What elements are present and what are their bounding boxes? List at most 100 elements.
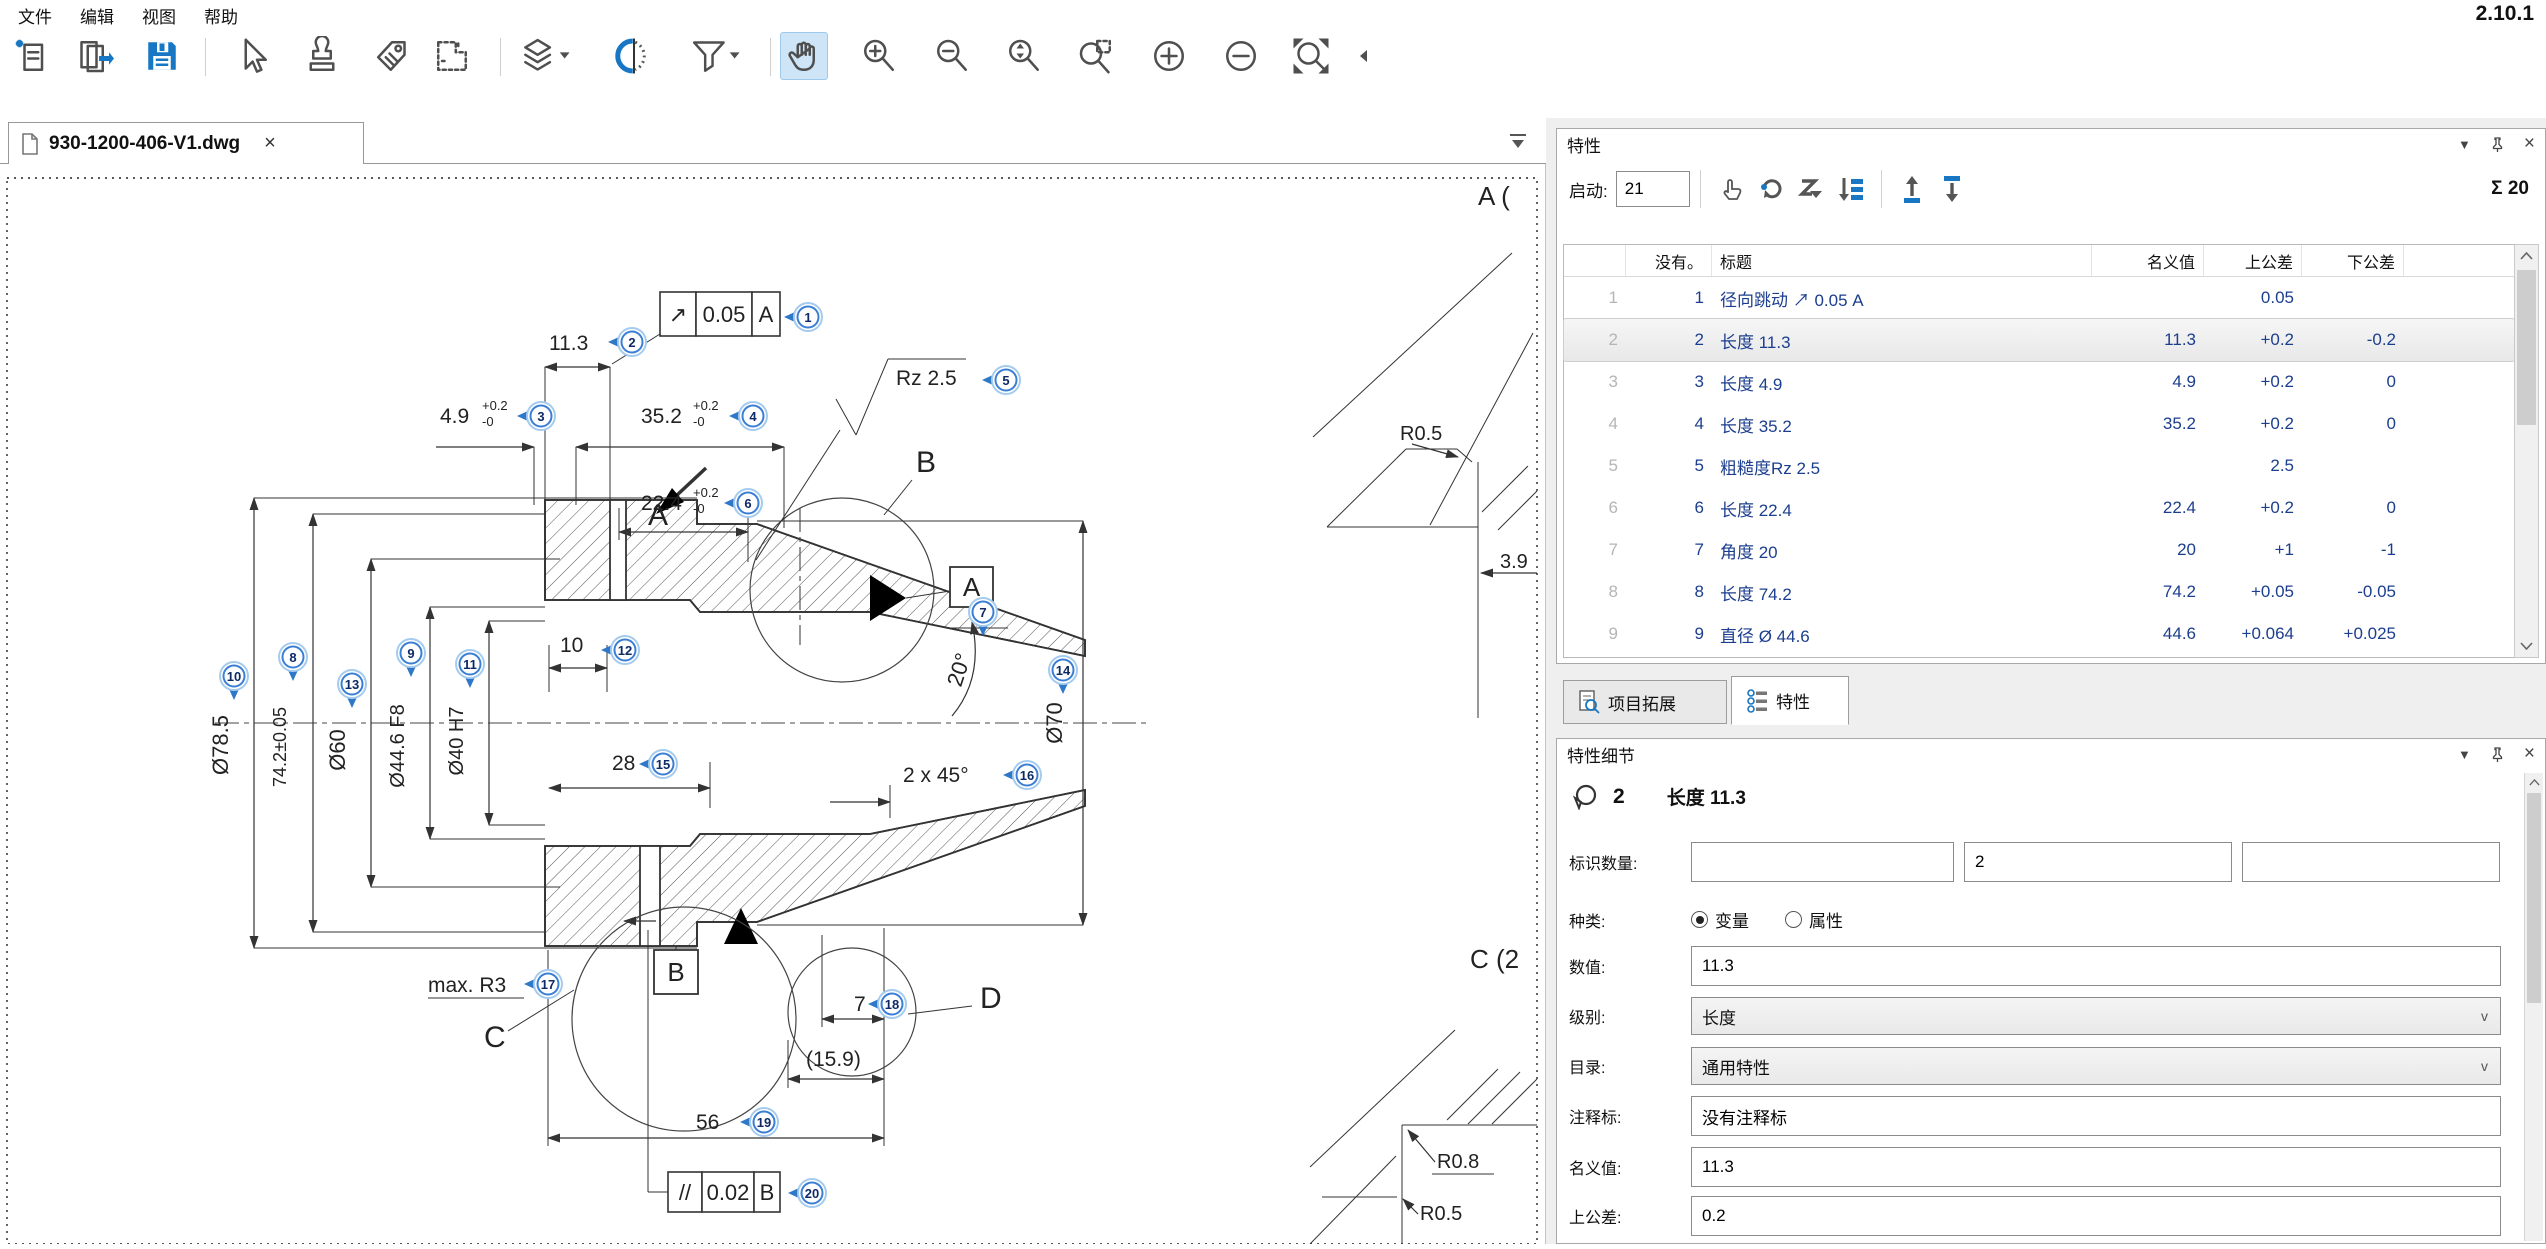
balloon-6[interactable]: 6	[724, 489, 762, 517]
dimension-text[interactable]: B	[916, 446, 936, 479]
details-scrollbar-thumb[interactable]	[2527, 793, 2541, 1003]
balloon-20[interactable]: 20	[788, 1179, 826, 1207]
tab-project-expand[interactable]: 项目拓展	[1563, 680, 1727, 724]
new-document-button[interactable]	[8, 32, 56, 80]
dimension-text[interactable]: Ø60	[325, 729, 350, 771]
table-row[interactable]: 66长度 22.422.4+0.20	[1564, 487, 2514, 529]
dimension-text[interactable]: Ø70	[1042, 702, 1067, 744]
table-row[interactable]: 88长度 74.274.2+0.05-0.05	[1564, 571, 2514, 613]
scroll-up-icon[interactable]	[2525, 773, 2543, 791]
panel-menu-caret-icon[interactable]: ▼	[2458, 747, 2471, 762]
dimension-text[interactable]: 10	[560, 634, 583, 657]
panel-close-icon[interactable]: ×	[2524, 743, 2535, 765]
tag-button[interactable]	[368, 32, 416, 80]
pin-icon[interactable]	[2491, 747, 2504, 762]
zoom-dynamic-button[interactable]	[1000, 32, 1048, 80]
datum-label-B[interactable]: B	[654, 950, 698, 994]
dimension-text[interactable]: Ø40 H7	[446, 707, 468, 776]
collapse-toolbar-button[interactable]	[1352, 32, 1376, 80]
scroll-down-icon[interactable]	[2515, 635, 2538, 657]
details-scrollbar[interactable]	[2524, 773, 2543, 1241]
col-no[interactable]: 没有。	[1626, 245, 1712, 276]
table-row[interactable]: 55粗糙度Rz 2.52.5	[1564, 445, 2514, 487]
dimension-text[interactable]: A	[648, 499, 668, 532]
balloon-18[interactable]: 18	[868, 990, 906, 1018]
table-row[interactable]: 77角度 2020+1-1	[1564, 529, 2514, 571]
technical-drawing[interactable]: 11.34.9+0.2-035.2+0.2-022.4+0.2-0Rz 2.51…	[0, 164, 1546, 1244]
radio-attribute[interactable]	[1785, 911, 1802, 928]
feature-control-frame[interactable]: ↗0.05A	[660, 292, 780, 336]
table-scrollbar-thumb[interactable]	[2517, 270, 2536, 425]
dimension-text[interactable]: C	[484, 1021, 506, 1054]
balloon-5[interactable]: 5	[982, 366, 1020, 394]
dimension-text[interactable]: 3.9	[1500, 551, 1528, 573]
menu-help[interactable]: 帮助	[190, 0, 252, 31]
dimension-text[interactable]: Ø44.6 F8	[387, 704, 409, 787]
col-title[interactable]: 标题	[1712, 245, 2092, 276]
pick-hand-button[interactable]	[1711, 170, 1751, 208]
menu-view[interactable]: 视图	[128, 0, 190, 31]
balloon-4[interactable]: 4	[729, 402, 767, 430]
radio-attribute-label[interactable]: 属性	[1809, 907, 1843, 932]
scroll-up-icon[interactable]	[2515, 245, 2538, 267]
dimension-text[interactable]: 11.3	[549, 332, 588, 355]
decrease-button[interactable]	[1217, 32, 1265, 80]
pan-hand-button[interactable]	[780, 32, 828, 80]
layers-button[interactable]	[515, 32, 575, 80]
col-nominal[interactable]: 名义值	[2092, 245, 2204, 276]
id-count-input-2[interactable]	[1964, 842, 2232, 882]
select-arrow-button[interactable]	[228, 32, 276, 80]
rotate-order-button[interactable]	[1751, 170, 1791, 208]
open-document-button[interactable]	[70, 32, 118, 80]
radio-variable-label[interactable]: 变量	[1715, 907, 1749, 932]
dimension-text[interactable]: C (2	[1470, 944, 1519, 974]
dimension-text[interactable]: 28	[612, 752, 635, 775]
table-row[interactable]: 99直径 Ø 44.644.6+0.064+0.025	[1564, 613, 2514, 655]
tab-close-icon[interactable]: ×	[264, 132, 276, 155]
balloon-13[interactable]: 13	[338, 670, 366, 708]
dimension-text[interactable]: D	[980, 982, 1002, 1015]
dimension-text[interactable]: 2 x 45°	[903, 764, 969, 787]
move-bottom-button[interactable]	[1932, 170, 1972, 208]
nominal-input[interactable]	[1691, 1147, 2501, 1187]
save-button[interactable]	[138, 32, 186, 80]
table-scrollbar[interactable]	[2514, 244, 2539, 658]
start-input[interactable]	[1616, 171, 1690, 207]
upper-tolerance-input[interactable]	[1691, 1196, 2501, 1236]
zoom-fit-button[interactable]	[1287, 32, 1335, 80]
increase-button[interactable]	[1145, 32, 1193, 80]
document-tab[interactable]: 930-1200-406-V1.dwg ×	[8, 122, 364, 164]
dimension-text[interactable]: Ø78.5	[208, 715, 233, 775]
dimension-text[interactable]: 7	[854, 993, 866, 1016]
drawing-canvas[interactable]: 11.34.9+0.2-035.2+0.2-022.4+0.2-0Rz 2.51…	[0, 164, 1546, 1244]
dimension-text[interactable]: (15.9)	[806, 1048, 861, 1071]
panel-close-icon[interactable]: ×	[2524, 133, 2535, 155]
balloon-15[interactable]: 15	[639, 750, 677, 778]
panel-menu-caret-icon[interactable]: ▼	[2458, 137, 2471, 152]
drawing-annotations[interactable]: 11.34.9+0.2-035.2+0.2-022.4+0.2-0Rz 2.51…	[208, 181, 1528, 1225]
id-count-input-1[interactable]	[1691, 842, 1954, 882]
dimension-text[interactable]: 35.2	[641, 405, 682, 428]
catalog-combobox[interactable]: 通用特性 v	[1691, 1047, 2501, 1085]
balloon-14[interactable]: 14	[1049, 656, 1077, 694]
dimension-text[interactable]: A (	[1478, 181, 1510, 211]
zoom-out-button[interactable]	[928, 32, 976, 80]
dimension-text[interactable]: 74.2±0.05	[270, 707, 290, 787]
value-input[interactable]	[1691, 946, 2501, 986]
dimension-text[interactable]: 56	[696, 1111, 719, 1134]
partial-view-button[interactable]	[428, 32, 476, 80]
balloon-2[interactable]: 2	[608, 328, 646, 356]
list-order-button[interactable]	[1831, 170, 1871, 208]
tab-properties[interactable]: 特性	[1731, 676, 1849, 725]
table-row[interactable]: 44长度 35.235.2+0.20	[1564, 403, 2514, 445]
class-combobox[interactable]: 长度 v	[1691, 997, 2501, 1035]
dimension-text[interactable]: max. R3	[428, 974, 506, 997]
balloon-16[interactable]: 16	[1003, 761, 1041, 789]
stamp-button[interactable]	[298, 32, 346, 80]
zoom-window-button[interactable]	[1072, 32, 1120, 80]
tab-list-button[interactable]	[1506, 132, 1532, 154]
mirror-view-button[interactable]	[610, 32, 658, 80]
menu-edit[interactable]: 编辑	[66, 0, 128, 31]
dimension-text[interactable]: R0.8	[1437, 1151, 1479, 1173]
balloon-1[interactable]: 1	[784, 303, 822, 331]
